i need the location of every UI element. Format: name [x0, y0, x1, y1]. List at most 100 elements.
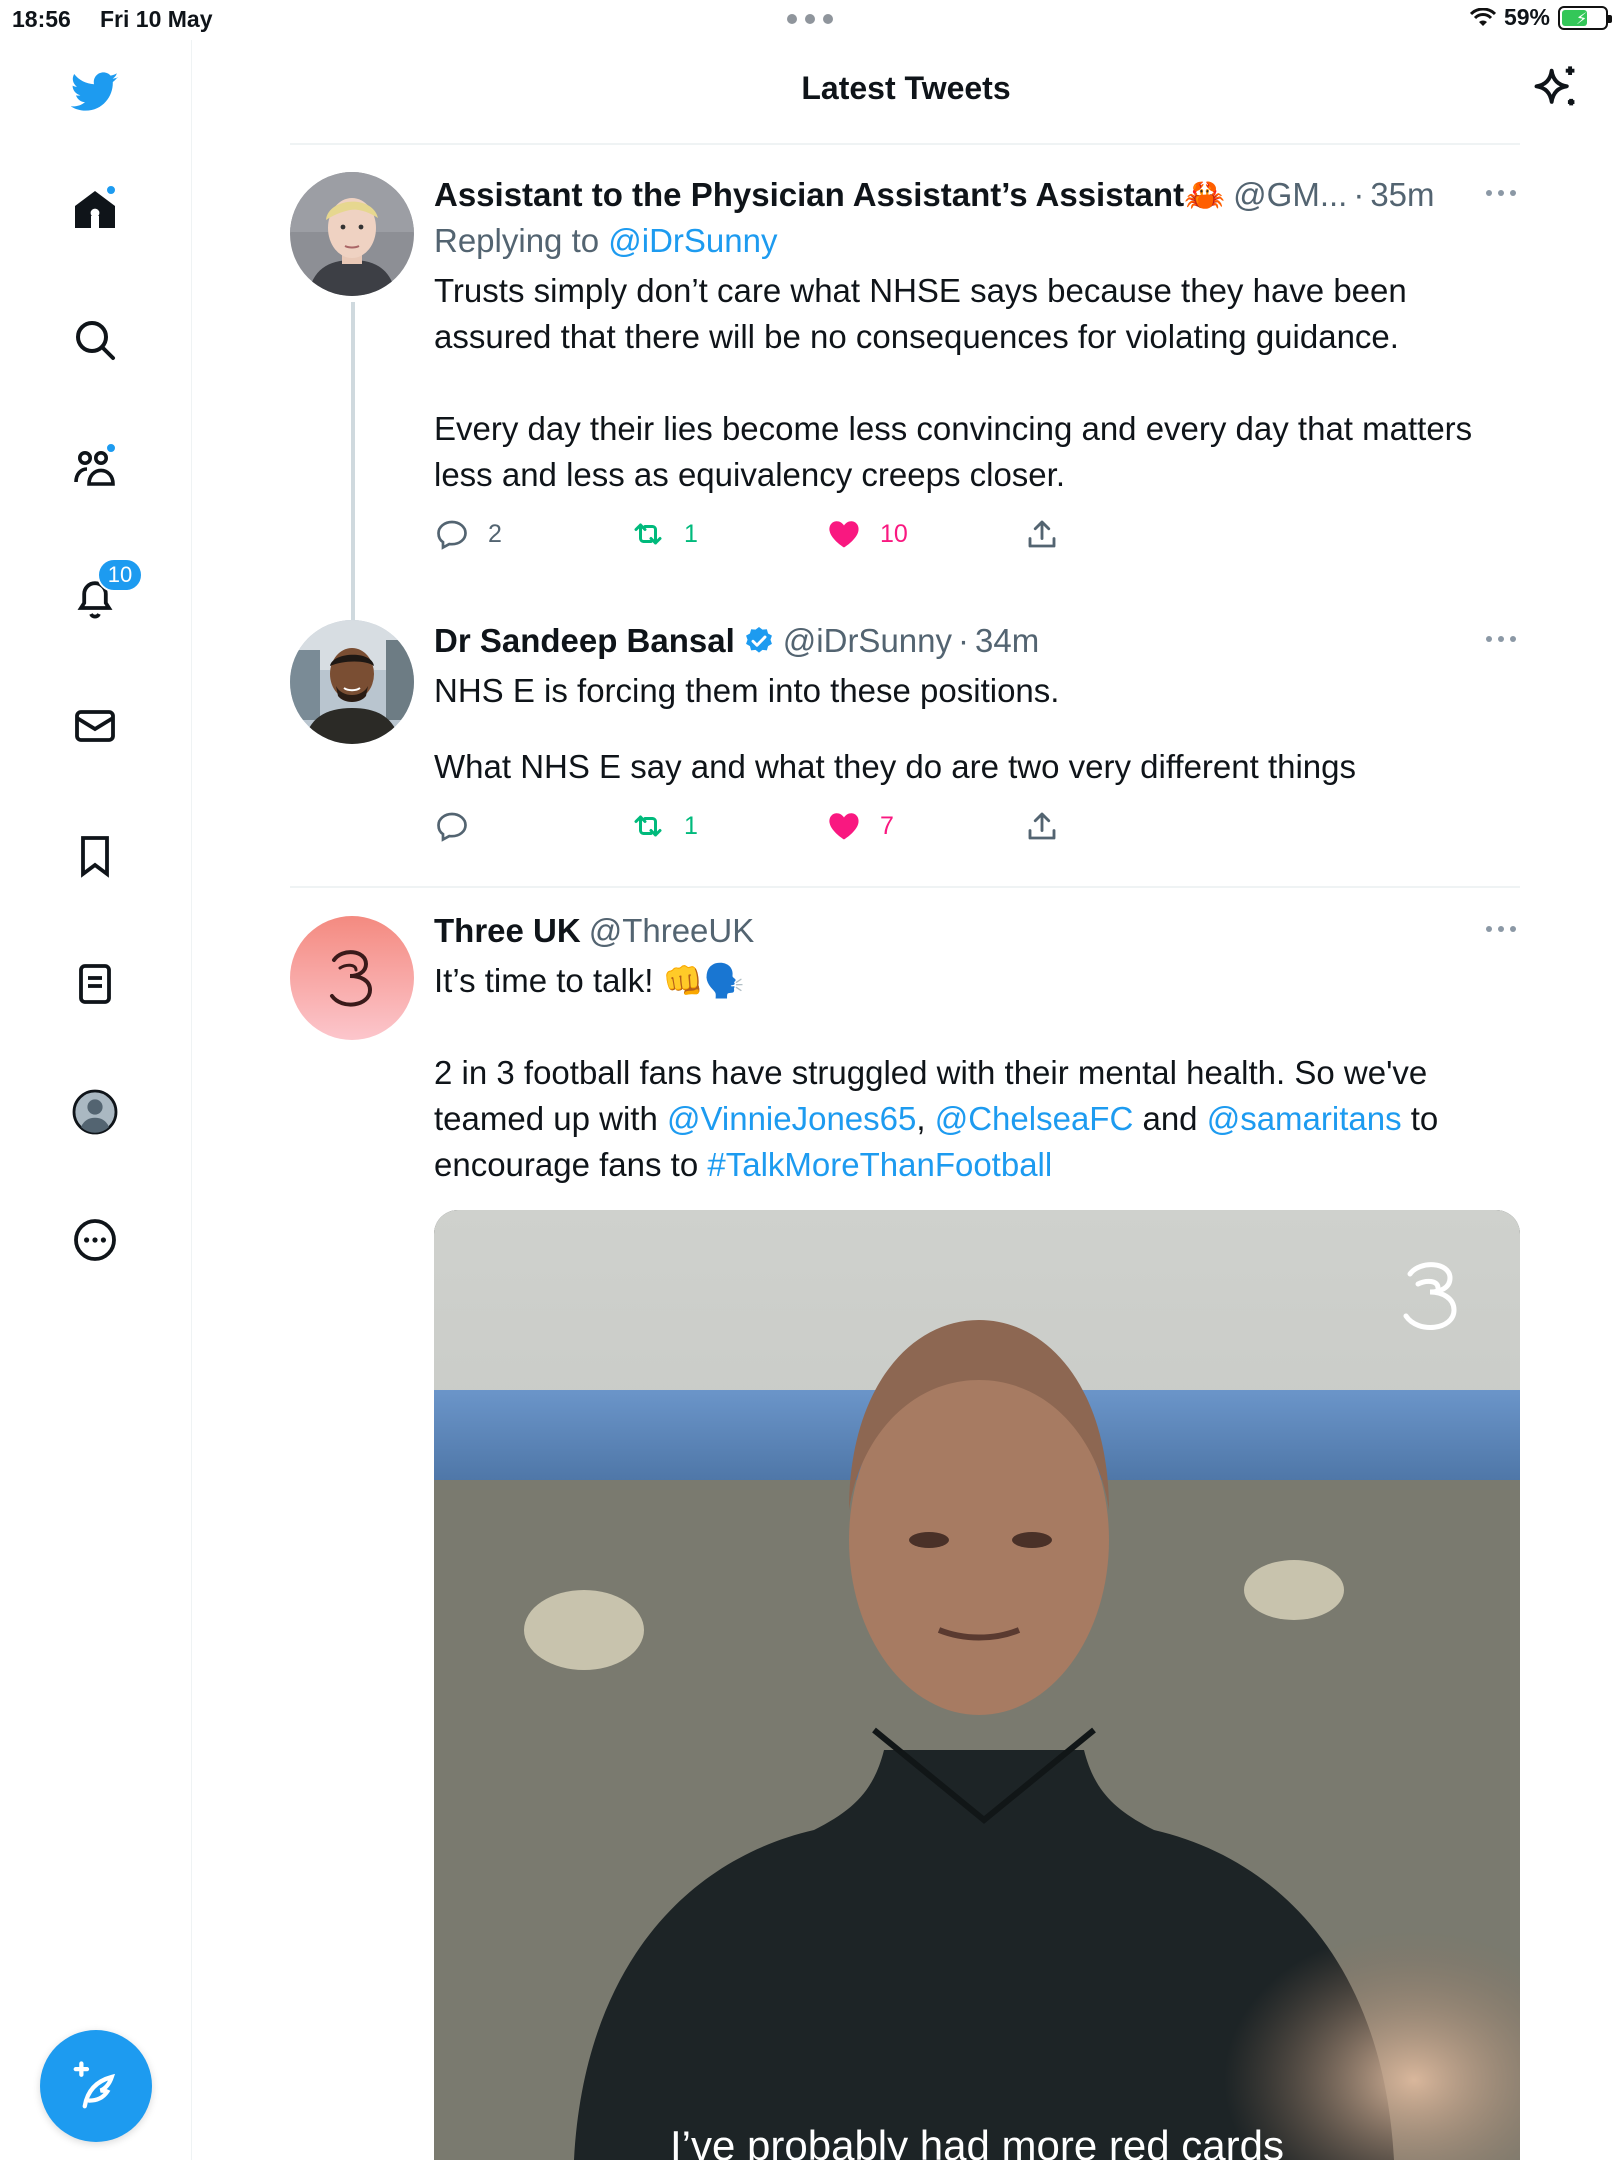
retweet-button[interactable]: 1 — [630, 516, 698, 552]
tweet-paragraph: NHS E is forcing them into these positio… — [434, 672, 1060, 709]
profile-icon — [72, 1089, 118, 1135]
compose-feather-icon — [73, 2061, 116, 2109]
status-time: 18:56 — [12, 6, 71, 32]
tweet-actions: 2 1 10 — [434, 516, 1520, 566]
video-frame — [434, 1210, 1520, 2160]
battery-icon: ⚡ — [1558, 5, 1612, 30]
thread-connector — [351, 302, 355, 622]
like-count: 7 — [880, 811, 894, 840]
reply-button[interactable] — [434, 808, 488, 844]
mention-link[interactable]: @ChelseaFC — [935, 1100, 1134, 1137]
tweet[interactable]: Assistant to the Physician Assistant’s A… — [290, 172, 1520, 622]
more-circle-icon — [74, 1219, 116, 1261]
like-button[interactable]: 7 — [826, 808, 894, 844]
sidebar-item-notifications[interactable]: 10 — [65, 558, 143, 628]
communities-new-dot — [105, 442, 117, 454]
more-options-icon[interactable] — [1486, 636, 1516, 644]
tweet-paragraph: 2 in 3 football fans have struggled with… — [434, 1050, 1520, 1188]
author-handle[interactable]: @iDrSunny — [783, 622, 952, 660]
heart-filled-icon — [829, 813, 859, 840]
retweet-count: 1 — [684, 519, 698, 548]
sidebar-item-lists[interactable] — [65, 954, 125, 1014]
author-handle[interactable]: @ThreeUK — [589, 912, 755, 950]
separator: · — [1353, 176, 1365, 213]
sidebar-item-messages[interactable] — [65, 696, 125, 756]
tweet-video[interactable]: I’ve probably had more red cards — [434, 1210, 1520, 2160]
tweet-text: It’s time to talk! 👊🗣️ 2 in 3 football f… — [434, 958, 1520, 1188]
tweet-paragraph: What NHS E say and what they do are two … — [434, 748, 1357, 785]
header-divider — [290, 143, 1520, 145]
tweet-body: Three UK @ThreeUK It’s time to talk! 👊🗣️… — [434, 908, 1520, 1188]
compose-tweet-button[interactable] — [40, 2030, 152, 2142]
share-icon — [1028, 812, 1056, 840]
tweet-time[interactable]: 35m — [1370, 176, 1434, 214]
mention-link[interactable]: @VinnieJones65 — [667, 1100, 916, 1137]
retweet-icon — [634, 523, 662, 545]
sidebar-item-communities[interactable] — [65, 438, 125, 498]
like-button[interactable]: 10 — [826, 516, 908, 552]
tweet-text-segment: and — [1133, 1100, 1207, 1137]
reply-handle-link[interactable]: @iDrSunny — [608, 222, 777, 259]
status-bar: 18:56 Fri 10 May 59% ⚡ — [0, 0, 1620, 40]
separator: · — [958, 622, 970, 659]
sidebar-item-home[interactable] — [65, 180, 125, 240]
tweet-body: Dr Sandeep Bansal @iDrSunny · 34m NHS E … — [434, 618, 1520, 858]
mention-link[interactable]: @samaritans — [1207, 1100, 1402, 1137]
like-count: 10 — [880, 519, 908, 548]
avatar[interactable] — [290, 916, 414, 1040]
tweet-time[interactable]: 34m — [975, 622, 1039, 660]
bookmark-icon — [81, 836, 109, 878]
reply-icon — [437, 520, 467, 550]
author-name[interactable]: Three UK — [434, 912, 581, 950]
sidebar-item-more[interactable] — [65, 1210, 125, 1270]
avatar[interactable] — [290, 172, 414, 296]
tweet-header: Three UK @ThreeUK — [434, 908, 1520, 954]
search-icon — [76, 321, 115, 360]
verified-badge-icon — [745, 627, 772, 653]
home-new-dot — [105, 184, 117, 196]
reply-button[interactable]: 2 — [434, 516, 502, 552]
tweet[interactable]: Dr Sandeep Bansal @iDrSunny · 34m NHS E … — [290, 618, 1520, 868]
tweet-header: Dr Sandeep Bansal @iDrSunny · 34m — [434, 618, 1520, 664]
multitasking-dots-icon[interactable] — [787, 14, 833, 24]
tweet-paragraph: Trusts simply don’t care what NHSE says … — [434, 272, 1407, 355]
video-caption: I’ve probably had more red cards — [670, 2122, 1284, 2160]
reply-icon — [437, 812, 467, 842]
author-handle[interactable]: @GM... — [1233, 176, 1347, 214]
replying-to-label: Replying to — [434, 222, 609, 259]
retweet-icon — [634, 815, 662, 837]
sidebar-item-bookmarks[interactable] — [65, 826, 125, 886]
tweet-text-segment: , — [916, 1100, 935, 1137]
status-right: 59% ⚡ — [1469, 4, 1612, 31]
tweet-paragraph: It’s time to talk! 👊🗣️ — [434, 962, 745, 999]
hashtag-link[interactable]: #TalkMoreThanFootball — [707, 1146, 1052, 1183]
share-icon — [1028, 520, 1056, 548]
retweet-count: 1 — [684, 811, 698, 840]
battery-percent: 59% — [1503, 4, 1550, 30]
list-icon — [79, 964, 111, 1004]
share-button[interactable] — [1024, 808, 1060, 844]
wifi-icon — [1469, 7, 1496, 26]
mail-icon — [75, 710, 115, 742]
sidebar-item-profile[interactable] — [65, 1082, 125, 1142]
sparkle-timeline-icon[interactable] — [1530, 62, 1582, 114]
tweet-header: Assistant to the Physician Assistant’s A… — [434, 172, 1520, 218]
reply-count: 2 — [488, 519, 502, 548]
share-button[interactable] — [1024, 516, 1060, 552]
avatar[interactable] — [290, 620, 414, 744]
sidebar-item-explore[interactable] — [65, 310, 125, 370]
more-options-icon[interactable] — [1486, 190, 1516, 198]
tweet-actions: 1 7 — [434, 808, 1520, 858]
author-name[interactable]: Assistant to the Physician Assistant’s A… — [434, 176, 1225, 215]
more-options-icon[interactable] — [1486, 926, 1516, 934]
tweet-text: NHS E is forcing them into these positio… — [434, 668, 1520, 790]
notifications-count-badge: 10 — [97, 558, 143, 592]
author-name[interactable]: Dr Sandeep Bansal — [434, 622, 735, 660]
tweet-divider — [290, 886, 1520, 888]
page-title: Latest Tweets — [801, 70, 1011, 106]
sidebar-nav: 10 — [0, 40, 192, 2160]
tweet-paragraph: Every day their lies become less convinc… — [434, 410, 1473, 493]
replying-to: Replying to @iDrSunny — [434, 222, 1520, 260]
retweet-button[interactable]: 1 — [630, 808, 698, 844]
tweet[interactable]: Three UK @ThreeUK It’s time to talk! 👊🗣️… — [290, 908, 1520, 1208]
